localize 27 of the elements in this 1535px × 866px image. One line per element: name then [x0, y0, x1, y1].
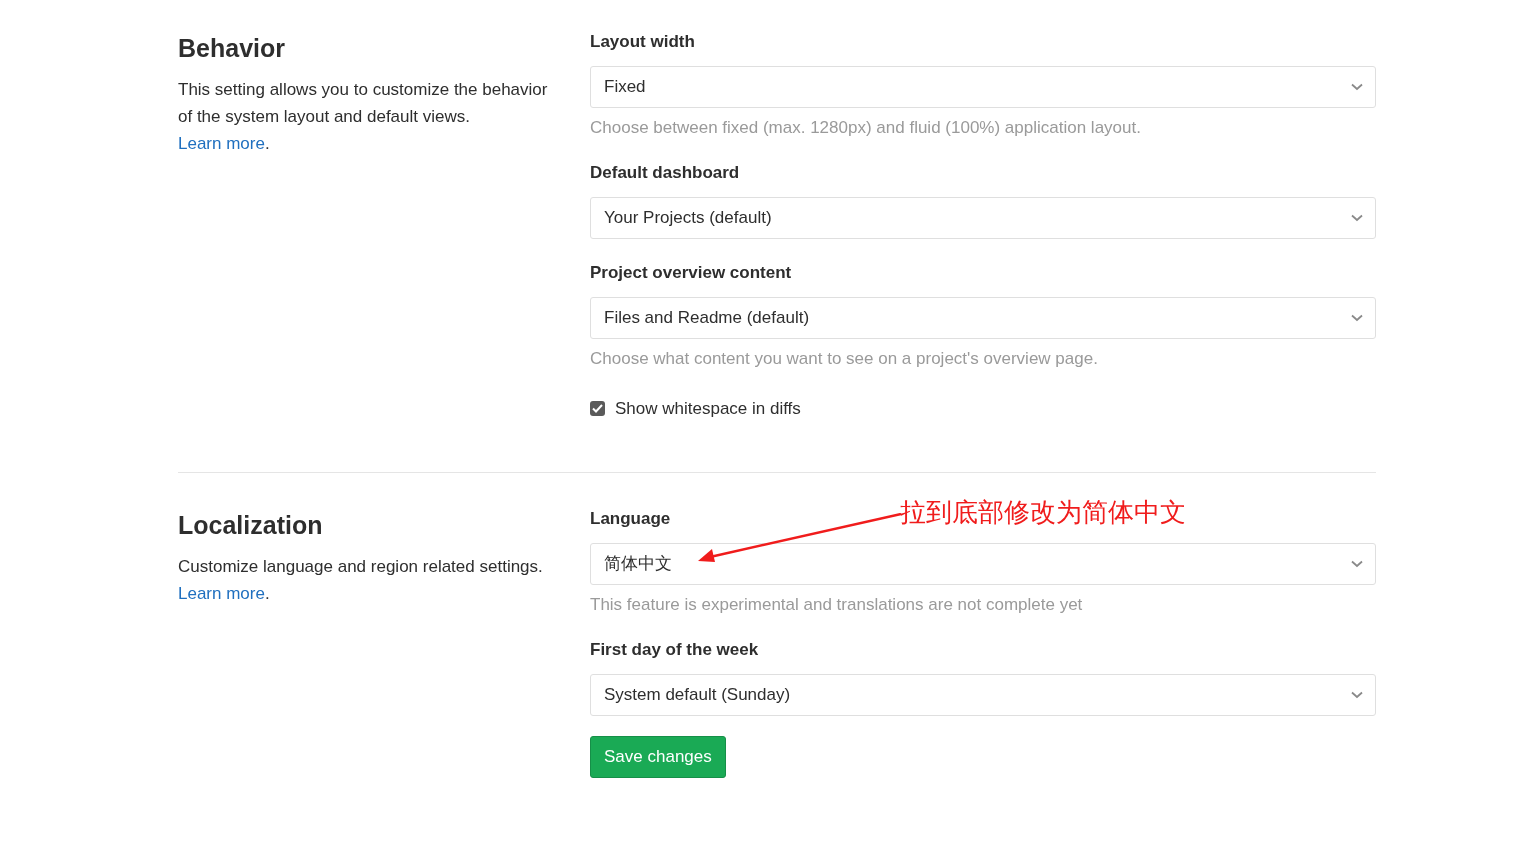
- section-title: Localization: [178, 509, 323, 541]
- select-field[interactable]: Files and Readme (default): [590, 297, 1376, 339]
- chevron-down-icon: [1351, 690, 1363, 699]
- select-field[interactable]: System default (Sunday): [590, 673, 1376, 716]
- help-text: This feature is experimental and translations are not complete yet: [590, 593, 1084, 616]
- chevron-down-icon: [1351, 559, 1363, 568]
- field-label: Default dashboard: [590, 162, 740, 184]
- select-field[interactable]: Fixed: [590, 66, 1376, 108]
- annotation-text: 拉到底部修改为简体中文: [900, 495, 1186, 529]
- field-label: Layout width: [590, 31, 695, 53]
- chevron-down-icon: [1351, 314, 1363, 322]
- select-field[interactable]: 简体中文: [590, 542, 1376, 585]
- section-title: Behavior: [178, 33, 285, 64]
- section-description: This setting allows you to customize the behavior of the system layout and default views. Learn more.: [178, 79, 549, 155]
- checkbox[interactable]: [590, 401, 605, 417]
- checkbox-label: Show whitespace in diffs: [615, 398, 801, 420]
- chevron-down-icon: [1351, 214, 1363, 222]
- chevron-down-icon: [1351, 83, 1363, 91]
- learn-more-link[interactable]: Learn more: [178, 134, 265, 153]
- field-label: Language: [590, 507, 671, 530]
- select-field[interactable]: Your Projects (default): [590, 197, 1376, 239]
- help-text: Choose what content you want to see on a project's overview page.: [590, 348, 1099, 370]
- field-label: Project overview content: [590, 262, 792, 284]
- help-text: Choose between fixed (max. 1280px) and fluid (100%) application layout.: [590, 117, 1142, 139]
- field-label: First day of the week: [590, 638, 759, 661]
- section-description: Customize language and region related settings. Learn more.: [178, 555, 544, 605]
- learn-more-link[interactable]: Learn more: [178, 583, 265, 603]
